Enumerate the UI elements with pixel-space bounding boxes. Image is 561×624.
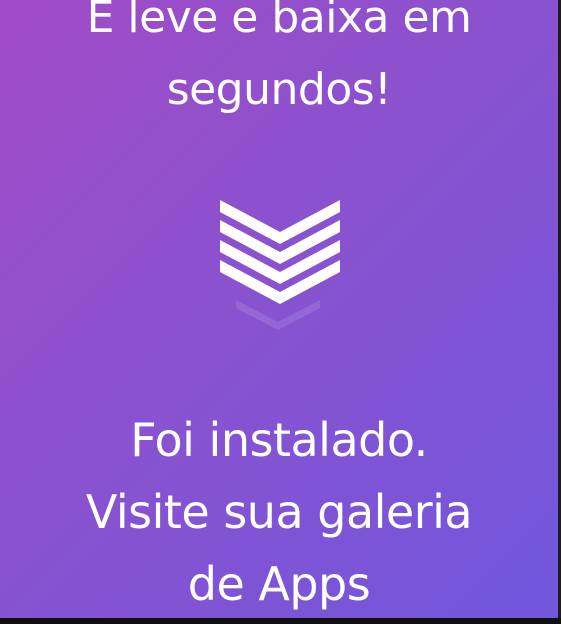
status-line-3: de Apps <box>187 557 371 611</box>
status-line-1: Foi instalado. <box>130 413 428 467</box>
headline-line-2: segundos! <box>166 64 392 115</box>
window-edge-bottom <box>0 618 561 624</box>
status-line-2: Visite sua galeria <box>85 485 473 539</box>
headline: É leve e baixa em segundos! <box>0 0 558 126</box>
install-status-message: Foi instalado. Visite sua galeria de App… <box>0 404 558 618</box>
chevron-reflection <box>236 300 320 330</box>
chevron-stack-down-icon <box>220 200 340 330</box>
install-banner: É leve e baixa em segundos! Foi instalad… <box>0 0 558 618</box>
headline-line-1: É leve e baixa em <box>86 0 472 43</box>
